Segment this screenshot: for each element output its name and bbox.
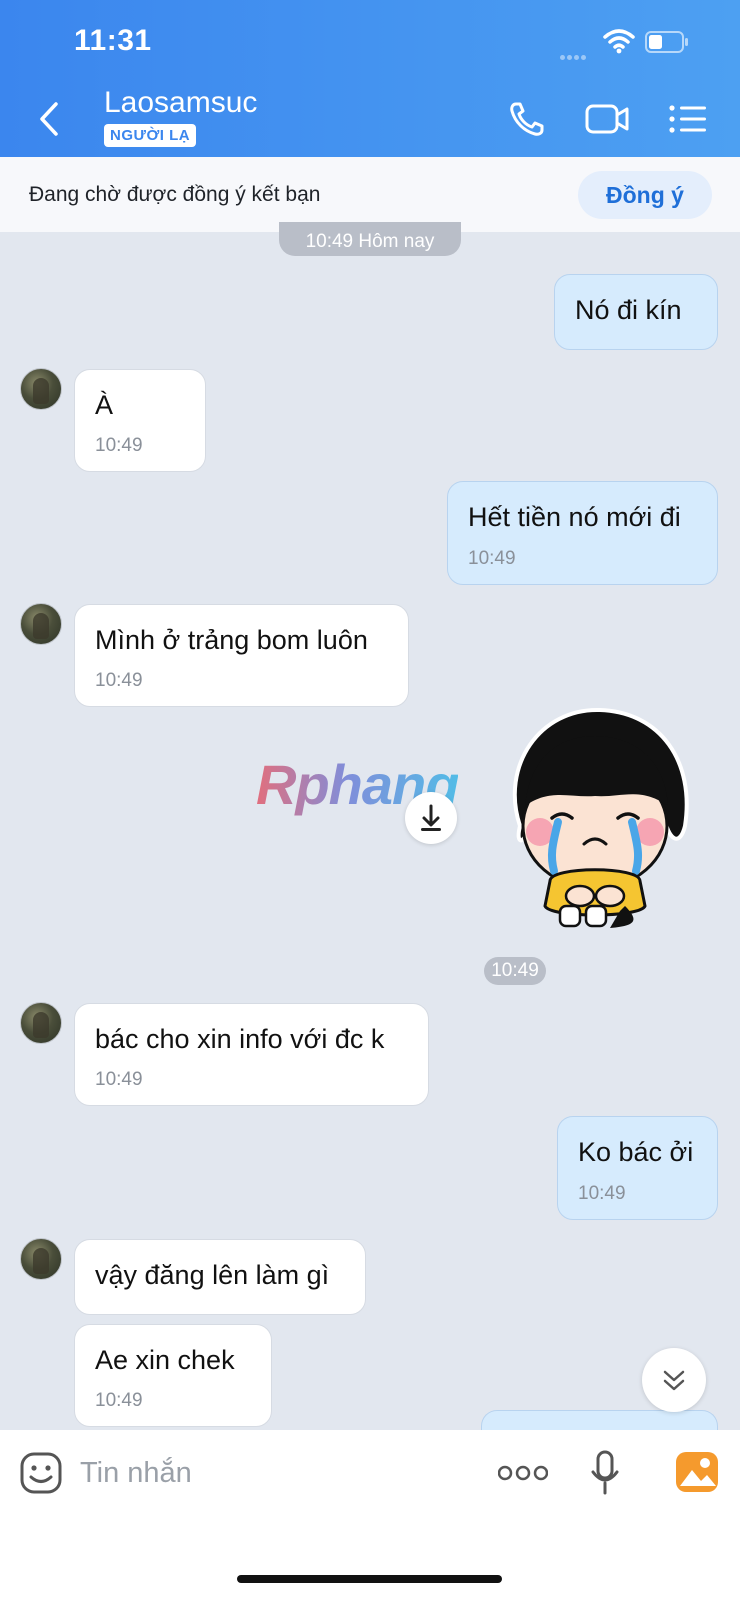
message-time: 10:49 xyxy=(95,1069,143,1090)
message-text: Ko bác ởi xyxy=(578,1137,694,1167)
message-bubble[interactable]: Nó đi kín xyxy=(554,274,718,350)
sticker-time: 10:49 xyxy=(484,957,546,985)
avatar[interactable] xyxy=(20,368,62,410)
message-text: Hết tiền nó mới đi xyxy=(468,502,681,532)
message-time: 10:49 xyxy=(95,1390,143,1411)
double-chevron-down-icon xyxy=(663,1370,685,1391)
menu-list-icon[interactable] xyxy=(666,98,712,140)
message-text: vậy đăng lên làm gì xyxy=(95,1260,330,1290)
message-text: Mình ở trảng bom luôn xyxy=(95,625,368,655)
message-input[interactable] xyxy=(80,1448,460,1498)
message-text: À xyxy=(95,390,114,420)
message-bubble[interactable]: Mình ở trảng bom luôn 10:49 xyxy=(74,604,409,707)
message-bubble[interactable]: Hết tiền nó mới đi 10:49 xyxy=(447,481,718,585)
video-call-icon[interactable] xyxy=(584,98,630,140)
message-text: Ae xin chek xyxy=(95,1345,235,1375)
message-bubble[interactable]: Ae xin chek 10:49 xyxy=(74,1324,272,1427)
more-icon[interactable] xyxy=(498,1464,548,1482)
message-bubble[interactable]: vậy đăng lên làm gì xyxy=(74,1239,366,1315)
avatar[interactable] xyxy=(20,1002,62,1044)
message-text: bác cho xin info với đc k xyxy=(95,1024,385,1054)
contact-name[interactable]: Laosamsuc xyxy=(104,86,257,120)
message-time: 10:49 xyxy=(95,435,143,456)
message-time: 10:49 xyxy=(95,670,143,691)
cellular-signal-icon xyxy=(560,47,594,60)
microphone-icon[interactable] xyxy=(590,1450,620,1496)
phone-icon[interactable] xyxy=(506,98,552,140)
message-bubble[interactable]: bác cho xin info với đc k 10:49 xyxy=(74,1003,429,1106)
emoji-icon[interactable] xyxy=(20,1452,62,1494)
back-icon[interactable] xyxy=(32,98,68,140)
wifi-icon xyxy=(603,29,635,54)
scroll-to-bottom-button[interactable] xyxy=(642,1348,706,1412)
image-icon[interactable] xyxy=(674,1450,720,1494)
home-indicator xyxy=(237,1575,502,1583)
accept-friend-button[interactable]: Đồng ý xyxy=(578,171,712,219)
message-bubble[interactable]: À 10:49 xyxy=(74,369,206,472)
avatar[interactable] xyxy=(20,1238,62,1280)
crying-girl-sticker[interactable] xyxy=(500,706,690,930)
message-bubble[interactable]: Ko bác ởi 10:49 xyxy=(557,1116,718,1220)
friend-request-bar: Đang chờ được đồng ý kết bạn Đồng ý xyxy=(0,157,740,232)
stranger-badge: NGƯỜI LẠ xyxy=(104,124,197,147)
battery-icon xyxy=(645,31,688,53)
chat-header: 11:31 Laosamsuc NGƯỜI LẠ xyxy=(0,0,740,157)
date-separator: 10:49 Hôm nay xyxy=(279,222,461,256)
download-icon[interactable] xyxy=(405,792,457,844)
status-time: 11:31 xyxy=(74,24,152,57)
message-time: 10:49 xyxy=(468,548,516,569)
message-time: 10:49 xyxy=(578,1183,626,1204)
avatar[interactable] xyxy=(20,603,62,645)
message-text: Nó đi kín xyxy=(575,295,682,325)
friend-request-text: Đang chờ được đồng ý kết bạn xyxy=(29,183,321,206)
